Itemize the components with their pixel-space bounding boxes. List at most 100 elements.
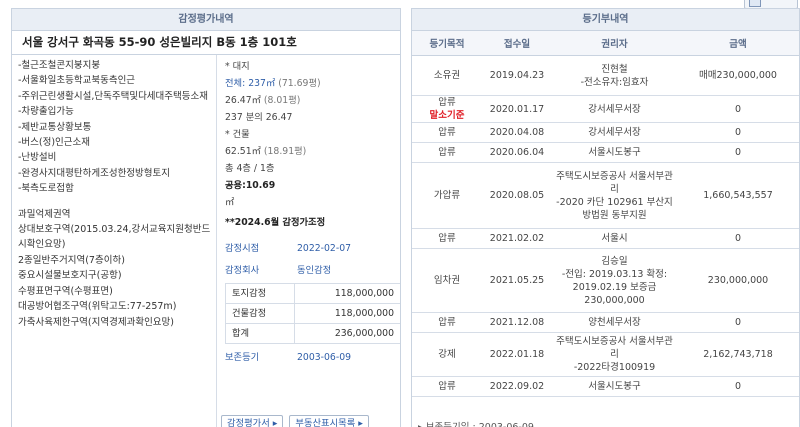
- table-row: 가압류 2020.08.05 주택도시보증공사 서울서부관리 -2020 카단 102…: [412, 162, 799, 229]
- row-date: 2020.08.05: [482, 162, 552, 229]
- zoning-list: 과밀억제권역상대보호구역(2015.03.24,강서교육지원청반드시확인요망) 2…: [12, 197, 216, 330]
- building-area: 62.51㎡: [225, 146, 261, 157]
- info-column: * 대지 전체: 237㎡ (71.69평) 26.47㎡ (8.01평) 23…: [217, 55, 400, 427]
- property-address: 서울 강서구 화곡동 55-90 성은빌리지 B동 1층 101호: [12, 31, 400, 55]
- table-row: 압류 말소기준 2020.01.17 강서세무서장 0: [412, 95, 799, 123]
- table-row: 건물감정 118,000,000: [224, 303, 400, 324]
- building-area-py: (18.91평): [263, 146, 307, 157]
- registry-panel: 등기부내역 등기목적 접수일 권리자 금액 소유권 2019.04.23 진현철 -전…: [411, 8, 800, 427]
- row-holder: 진현철 -전소유자:임효자: [552, 55, 677, 96]
- zoning-item: 중요시설물보호지구(공항): [18, 270, 122, 282]
- feature-item: -철근조철콘지붕지붕: [18, 60, 101, 71]
- row-purpose: 압류 말소기준: [412, 95, 482, 123]
- row-purpose: 압류: [412, 312, 482, 333]
- total-label: 합계: [224, 323, 296, 344]
- row-purpose: 압류: [412, 376, 482, 397]
- table-row: 압류 2021.02.02 서울시 0: [412, 228, 799, 249]
- table-row: 압류 2022.09.02 서울시도봉구 0: [412, 376, 799, 397]
- table-row: 합계 236,000,000: [224, 323, 400, 344]
- feature-item: -서울화일초등학교북동측인근: [18, 75, 136, 87]
- appraisal-table: 토지감정 118,000,000 건물감정 118,000,000 합계 236,00…: [224, 283, 400, 344]
- row-amount: 0: [677, 376, 799, 397]
- appraisal-header: 감정평가내역: [12, 9, 400, 31]
- appraisal-report-button[interactable]: 감정평가서 ▸: [221, 415, 284, 427]
- row-date: 2020.04.08: [482, 122, 552, 143]
- price-adjust-note: **2024.6월 감정가조정: [225, 217, 326, 228]
- unit: ㎡: [225, 197, 235, 208]
- row-amount: 매매230,000,000: [677, 55, 799, 96]
- features-column: -철근조철콘지붕지붕 -서울화일초등학교북동측인근 -주위근린생활시설,단독주택및다…: [12, 55, 217, 427]
- building-label: * 건물: [225, 129, 250, 140]
- land-appraisal-value: 118,000,000: [294, 283, 400, 304]
- company: 동인감정: [297, 264, 332, 276]
- row-date: 2021.02.02: [482, 228, 552, 249]
- registry-header: 등기부내역: [412, 9, 799, 31]
- row-holder: 강서세무서장: [552, 122, 677, 143]
- row-holder: 주택도시보증공사 서울서부관리 -2020 카단 102961 부산지방법원 동부…: [552, 162, 677, 229]
- zoning-item: 과밀억제권역: [18, 208, 71, 220]
- feature-item: -제반교통상황보통: [18, 121, 92, 133]
- feature-item: -버스(정)인근소재: [18, 137, 91, 149]
- row-date: 2021.05.25: [482, 248, 552, 313]
- total-value: 236,000,000: [294, 323, 400, 344]
- registration-date: 2003-06-09: [297, 351, 352, 363]
- zoning-item: 상대보호구역(2015.03.24,강서교육지원청반드시확인요망): [18, 224, 211, 251]
- feature-item: -차량출입가능: [18, 106, 74, 118]
- window-icon: [749, 0, 761, 7]
- feature-item: -북측도로접함: [18, 183, 74, 195]
- land-appraisal-label: 토지감정: [224, 283, 296, 304]
- row-holder: 양천세무서장: [552, 312, 677, 333]
- col-amount: 금액: [677, 31, 799, 56]
- appraisal-date-label: 감정시점: [225, 242, 260, 254]
- land-area-py: (71.69평): [278, 78, 321, 89]
- row-purpose: 압류: [412, 142, 482, 163]
- row-date: 2022.01.18: [482, 332, 552, 377]
- row-purpose: 압류: [412, 122, 482, 143]
- zoning-item: 2종일반주거지역(7층이하): [18, 254, 125, 266]
- row-purpose: 압류: [412, 228, 482, 249]
- zoning-item: 대공방어협조구역(위탁고도:77-257m): [18, 301, 177, 313]
- row-amount: 0: [677, 122, 799, 143]
- col-holder: 권리자: [552, 31, 677, 56]
- row-holder: 서울시: [552, 228, 677, 249]
- row-amount: 2,162,743,718: [677, 332, 799, 377]
- row-amount: 230,000,000: [677, 248, 799, 313]
- floors: 총 4층 / 1층: [225, 163, 275, 174]
- table-row: 압류 2020.06.04 서울시도봉구 0: [412, 142, 799, 163]
- zoning-item: 가축사육제한구역(지역경제과확인요망): [18, 316, 174, 328]
- row-amount: 0: [677, 312, 799, 333]
- zoning-item: 수평표면구역(수평표면): [18, 285, 113, 297]
- table-row: 토지감정 118,000,000: [224, 283, 400, 304]
- building-appraisal-label: 건물감정: [224, 303, 296, 324]
- table-row: 강제 2022.01.18 주택도시보증공사 서울서부관리 -2022타경100919…: [412, 332, 799, 377]
- property-list-button[interactable]: 부동산표시목록 ▸: [289, 415, 369, 427]
- row-holder: 강서세무서장: [552, 95, 677, 123]
- cancel-basis-label: 말소기준: [429, 110, 465, 121]
- row-holder: 주택도시보증공사 서울서부관리 -2022타경100919: [552, 332, 677, 377]
- row-holder: 김승일 -전입: 2019.03.13 확정: 2019.02.19 보증금 23…: [552, 248, 677, 313]
- col-date: 접수일: [482, 31, 552, 56]
- row-purpose: 가압류: [412, 162, 482, 229]
- land-area: 전체: 237㎡: [225, 78, 276, 89]
- row-amount: 1,660,543,557: [677, 162, 799, 229]
- col-purpose: 등기목적: [412, 31, 482, 56]
- feature-item: -난방설비: [18, 152, 57, 164]
- row-date: 2021.12.08: [482, 312, 552, 333]
- row-holder: 서울시도봉구: [552, 142, 677, 163]
- feature-item: -완경사지대평탄하게조성한정방형토지: [18, 167, 171, 179]
- table-row: 압류 2020.04.08 강서세무서장 0: [412, 122, 799, 143]
- row-holder: 서울시도봉구: [552, 376, 677, 397]
- share-area: 26.47㎡: [225, 95, 261, 106]
- row-date: 2020.06.04: [482, 142, 552, 163]
- company-label: 감정회사: [225, 264, 260, 276]
- registry-header-row: 등기목적 접수일 권리자 금액: [412, 31, 799, 56]
- share-area-py: (8.01평): [263, 95, 301, 106]
- registry-table: 등기목적 접수일 권리자 금액 소유권 2019.04.23 진현철 -전소유자:임효…: [412, 31, 799, 397]
- row-amount: 0: [677, 142, 799, 163]
- building-appraisal-value: 118,000,000: [294, 303, 400, 324]
- row-date: 2019.04.23: [482, 55, 552, 96]
- share-ratio: 237 분의 26.47: [225, 112, 293, 123]
- table-row: 압류 2021.12.08 양천세무서장 0: [412, 312, 799, 333]
- row-amount: 0: [677, 95, 799, 123]
- feature-item: -주위근린생활시설,단독주택및다세대주택등소재: [18, 90, 208, 102]
